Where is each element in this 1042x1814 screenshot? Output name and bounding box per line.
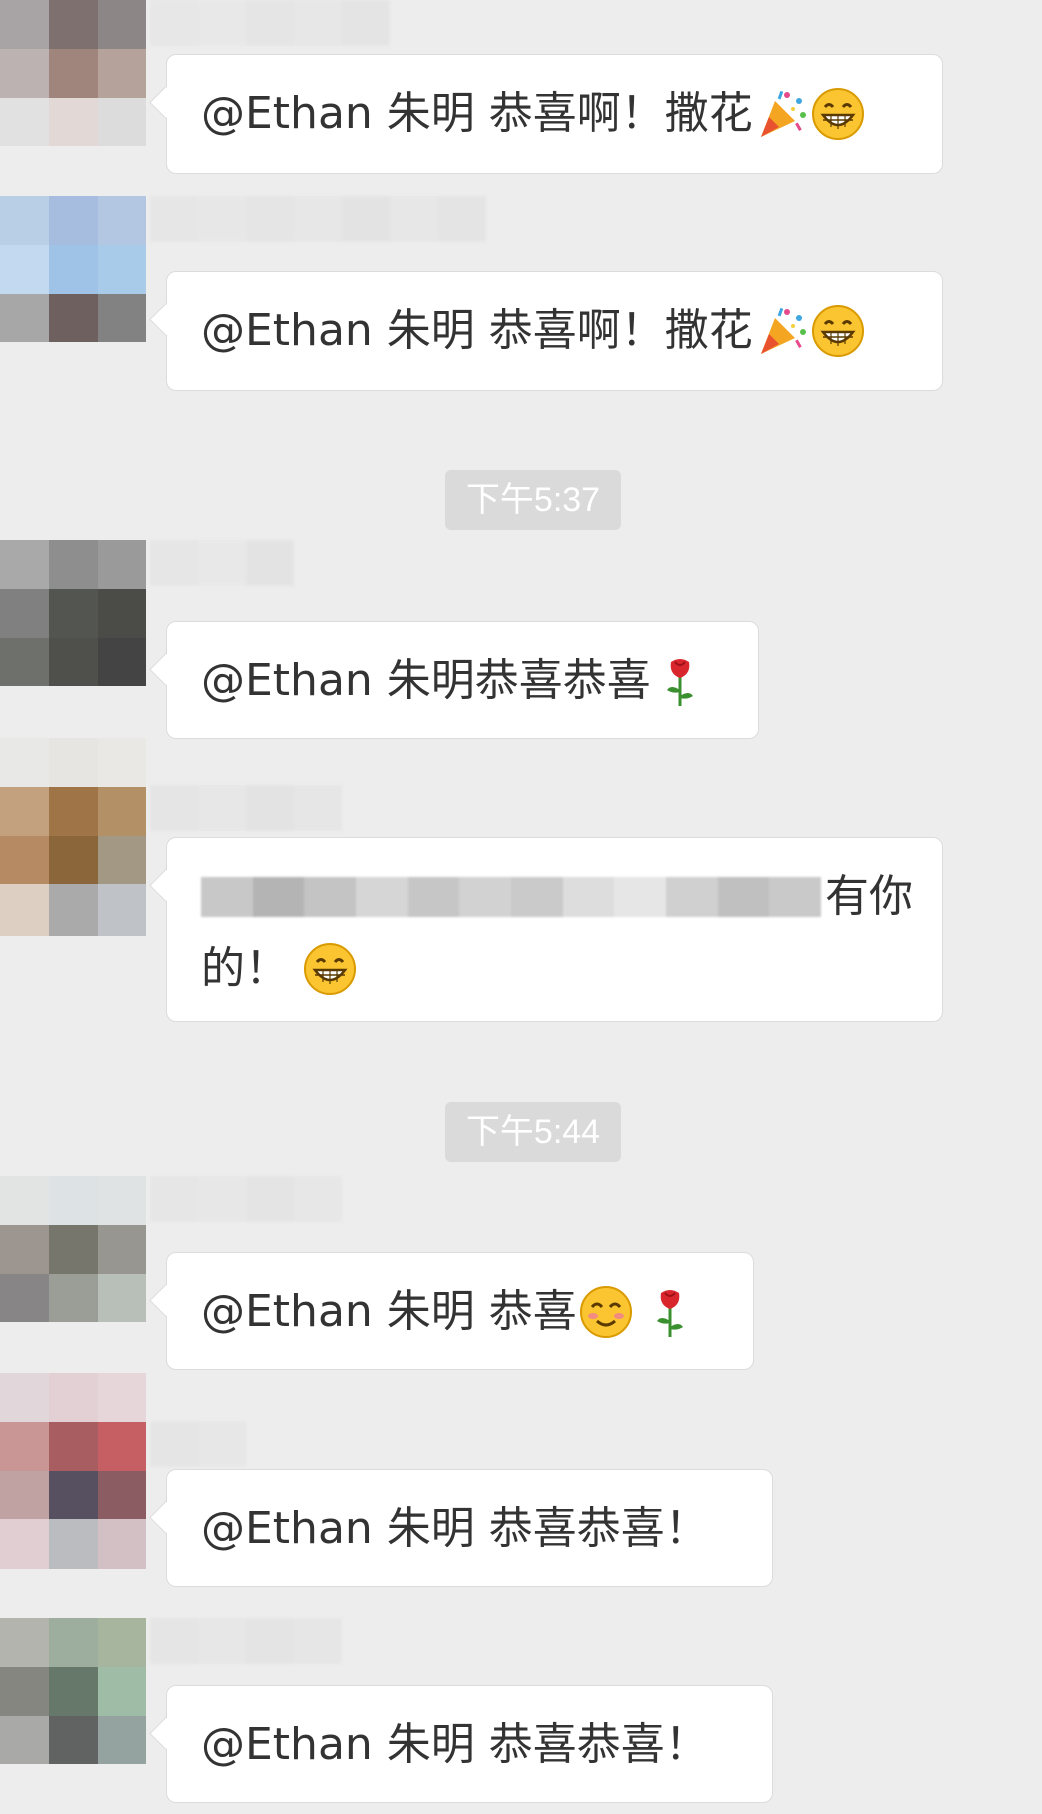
rose-icon bbox=[653, 654, 707, 708]
avatar-partial bbox=[0, 1519, 146, 1569]
sender-name-redacted bbox=[150, 1176, 342, 1222]
message-bubble[interactable]: 有你 的！ bbox=[166, 837, 943, 1022]
sender-name-redacted bbox=[150, 785, 342, 831]
grin-icon bbox=[303, 942, 357, 996]
sender-name-redacted bbox=[150, 1421, 246, 1467]
avatar[interactable] bbox=[0, 0, 146, 146]
sender-name-redacted bbox=[150, 196, 486, 242]
message-bubble[interactable]: @Ethan 朱明 恭喜啊！撒花 bbox=[166, 54, 943, 174]
timestamp-divider: 下午5:37 bbox=[445, 470, 621, 530]
message-bubble[interactable]: @Ethan 朱明 恭喜 bbox=[166, 1252, 754, 1370]
message-text: @Ethan 朱明 恭喜恭喜！ bbox=[201, 1719, 709, 1770]
avatar[interactable] bbox=[0, 196, 146, 342]
message-text-line2: 的！ bbox=[201, 943, 289, 994]
party-popper-icon bbox=[755, 87, 809, 141]
message-bubble[interactable]: @Ethan 朱明恭喜恭喜 bbox=[166, 621, 759, 739]
sender-name-redacted bbox=[150, 540, 294, 586]
avatar[interactable] bbox=[0, 738, 146, 884]
sender-name-redacted bbox=[150, 0, 390, 46]
message-text-line1-suffix: 有你 bbox=[825, 871, 913, 922]
grin-icon bbox=[811, 304, 865, 358]
message-bubble[interactable]: @Ethan 朱明 恭喜恭喜！ bbox=[166, 1469, 773, 1587]
avatar[interactable] bbox=[0, 540, 146, 686]
avatar-partial bbox=[0, 884, 146, 936]
message-text: @Ethan 朱明 恭喜 bbox=[201, 1286, 577, 1337]
timestamp-divider: 下午5:44 bbox=[445, 1102, 621, 1162]
message-text: @Ethan 朱明恭喜恭喜 bbox=[201, 655, 651, 706]
message-text: @Ethan 朱明 恭喜啊！撒花 bbox=[201, 88, 753, 139]
avatar[interactable] bbox=[0, 1618, 146, 1764]
blush-smile-icon bbox=[579, 1285, 633, 1339]
message-text: @Ethan 朱明 恭喜恭喜！ bbox=[201, 1503, 709, 1554]
message-text: @Ethan 朱明 恭喜啊！撒花 bbox=[201, 305, 753, 356]
party-popper-icon bbox=[755, 304, 809, 358]
chat-message-list[interactable]: @Ethan 朱明 恭喜啊！撒花 @Ethan 朱明 恭喜啊！撒花 下午5:37… bbox=[0, 0, 1042, 1814]
redacted-text-block bbox=[201, 877, 822, 917]
grin-icon bbox=[811, 87, 865, 141]
message-bubble[interactable]: @Ethan 朱明 恭喜恭喜！ bbox=[166, 1685, 773, 1803]
message-bubble[interactable]: @Ethan 朱明 恭喜啊！撒花 bbox=[166, 271, 943, 391]
avatar[interactable] bbox=[0, 1176, 146, 1322]
avatar[interactable] bbox=[0, 1373, 146, 1519]
rose-icon bbox=[643, 1285, 697, 1339]
sender-name-redacted bbox=[150, 1618, 342, 1664]
